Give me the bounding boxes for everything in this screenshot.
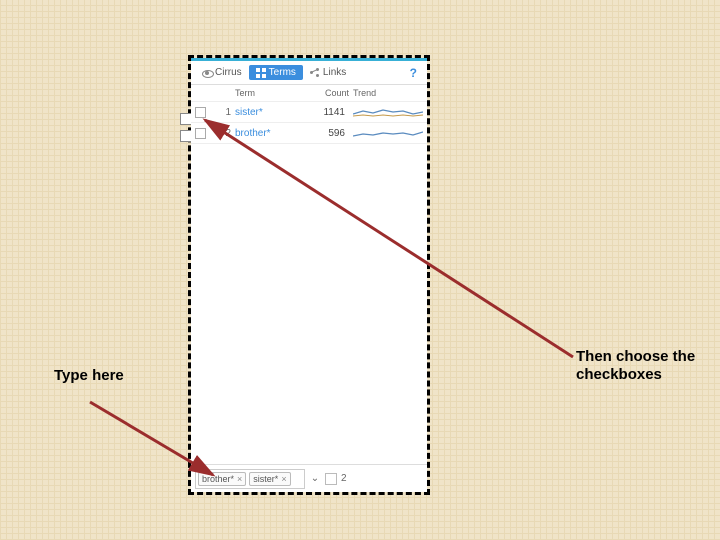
- close-icon[interactable]: ×: [237, 474, 242, 484]
- tab-label: Cirrus: [215, 67, 242, 78]
- tab-terms[interactable]: Terms: [249, 65, 303, 80]
- search-toolbar: brother* × sister* × ⌄ 2: [191, 464, 427, 492]
- eye-icon: [202, 68, 212, 78]
- col-trend[interactable]: Trend: [353, 88, 423, 98]
- options-icon[interactable]: [325, 473, 337, 485]
- token-text: sister*: [253, 474, 278, 484]
- sparkline: [353, 126, 423, 140]
- tab-links[interactable]: Links: [303, 65, 353, 80]
- grid-icon: [256, 68, 266, 78]
- panel-body: [191, 144, 427, 464]
- grid-header: Term Count Trend: [191, 85, 427, 102]
- search-token[interactable]: brother* ×: [198, 472, 246, 486]
- sparkline-svg: [353, 105, 423, 119]
- row-count: 596: [309, 128, 349, 139]
- col-term[interactable]: Term: [235, 88, 305, 98]
- annotation-checkboxes: Then choose the checkboxes: [576, 348, 696, 384]
- table-row: 2 brother* 596: [191, 123, 427, 144]
- tab-label: Links: [323, 67, 346, 78]
- tab-bar: Cirrus Terms Links ?: [191, 61, 427, 85]
- tab-cirrus[interactable]: Cirrus: [195, 65, 249, 80]
- row-checkbox[interactable]: [195, 128, 206, 139]
- term-link[interactable]: sister*: [235, 107, 305, 118]
- row-index: 1: [217, 107, 231, 118]
- search-token-field[interactable]: brother* × sister* ×: [195, 469, 305, 489]
- col-count[interactable]: Count: [309, 88, 349, 98]
- table-row: 1 sister* 1141: [191, 102, 427, 123]
- close-icon[interactable]: ×: [281, 474, 286, 484]
- share-icon: [310, 68, 320, 78]
- token-text: brother*: [202, 474, 234, 484]
- search-token[interactable]: sister* ×: [249, 472, 290, 486]
- terms-panel: Cirrus Terms Links ? Term Count Trend 1 …: [191, 58, 427, 492]
- sparkline: [353, 105, 423, 119]
- dropdown-toggle[interactable]: ⌄: [309, 473, 321, 484]
- row-checkbox[interactable]: [195, 107, 206, 118]
- row-count: 1141: [309, 107, 349, 118]
- tab-label: Terms: [269, 67, 296, 78]
- sparkline-svg: [353, 126, 423, 140]
- token-count: 2: [341, 473, 347, 484]
- annotation-type-here: Type here: [54, 367, 124, 385]
- help-button[interactable]: ?: [404, 66, 423, 80]
- term-link[interactable]: brother*: [235, 128, 305, 139]
- row-index: 2: [217, 128, 231, 139]
